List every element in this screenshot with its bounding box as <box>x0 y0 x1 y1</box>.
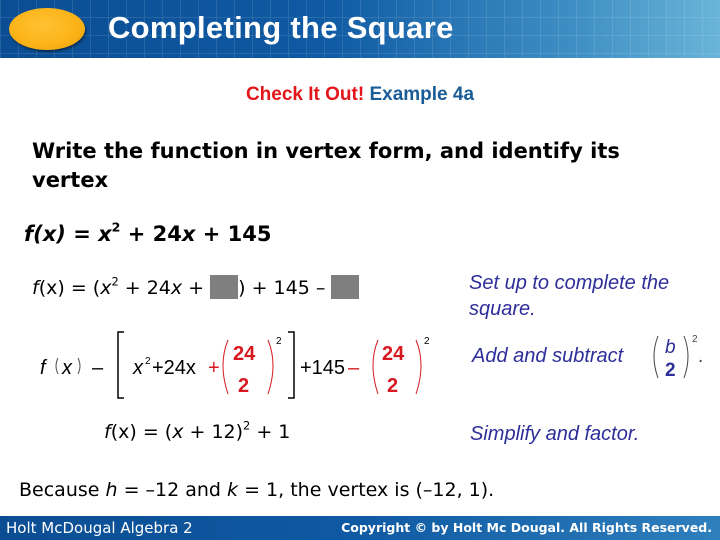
step2-exp: 2 <box>145 356 151 367</box>
note-period: . <box>698 346 703 367</box>
note-den: 2 <box>665 360 676 381</box>
step2-red-minus: – <box>348 357 360 379</box>
step3-arg: (x) <box>110 421 137 443</box>
step1-arg: (x) <box>38 277 65 299</box>
step1-x2: x <box>170 277 183 299</box>
conclusion-because: Because <box>19 479 106 501</box>
step2-equation: f x – x 2 +24x + 24 2 2 +145 – 24 2 2 <box>38 330 458 402</box>
example-heading: Check It Out! Example 4a <box>0 84 720 106</box>
bracket-right <box>288 331 295 399</box>
step2-minus: – <box>92 357 104 379</box>
step2-note-text: Add and subtract <box>472 345 624 367</box>
red-paren-left <box>222 339 229 395</box>
conclusion-k-value: = 1, the vertex is (–12, 1). <box>238 479 495 501</box>
step2-num-2: 24 <box>382 343 405 365</box>
note-num: b <box>665 337 676 358</box>
step3-f: f <box>104 421 111 443</box>
step2-den: 2 <box>238 375 249 397</box>
given-lhs: f(x) <box>24 222 66 246</box>
red-paren-left-2 <box>372 339 379 395</box>
step3-note: Simplify and factor. <box>470 423 640 445</box>
red-paren-right <box>267 339 274 395</box>
step3-tail: + 1 <box>250 421 291 443</box>
b-over-2-squared: b 2 2 . <box>653 334 703 381</box>
step2-term: +24x <box>152 357 196 379</box>
given-linear: + 24 <box>120 222 182 246</box>
step1-note: Set up to complete the square. <box>469 272 670 320</box>
step2-math-svg: f x – x 2 +24x + 24 2 2 +145 – 24 2 2 <box>40 331 430 399</box>
step1-mid: + 24 <box>118 277 171 299</box>
step1-exp: 2 <box>111 274 119 289</box>
footer-book-title: Holt McDougal Algebra 2 <box>6 519 193 537</box>
problem-prompt: Write the function in vertex form, and i… <box>32 139 620 192</box>
step2-x2: x <box>132 357 144 379</box>
footer-bar: Holt McDougal Algebra 2 Copyright © by H… <box>0 516 720 540</box>
step2-x: x <box>61 357 73 379</box>
step1-plus: + <box>182 277 211 299</box>
step1-eq: = ( <box>64 277 101 299</box>
step3-rest: + 12) <box>183 421 244 443</box>
step2-outer-exp-2: 2 <box>424 336 430 347</box>
check-it-out-label: Check It Out! <box>245 84 365 105</box>
note-paren-right <box>683 335 689 379</box>
step3-eq: = ( <box>136 421 173 443</box>
step1-equation: f(x) = (x2 + 24x + ) + 145 – <box>32 274 360 299</box>
header-bar: Completing the Square <box>0 0 720 58</box>
blank-box <box>210 275 239 299</box>
paren-left <box>55 357 59 375</box>
page-title: Completing the Square <box>108 10 454 45</box>
blank-box <box>331 275 360 299</box>
given-equals: = <box>65 222 99 246</box>
bracket-left <box>117 331 124 399</box>
given-x2: x <box>181 222 196 246</box>
example-label: Example 4a <box>369 84 475 105</box>
given-function: f(x) = x2 + 24x + 145 <box>24 221 272 246</box>
step2-outer-exp: 2 <box>276 336 282 347</box>
note-exp: 2 <box>692 334 698 345</box>
step2-red-plus: + <box>208 357 220 379</box>
conclusion-h: h <box>105 479 118 501</box>
red-paren-right-2 <box>415 339 422 395</box>
footer-copyright: Copyright © by Holt Mc Dougal. All Right… <box>341 520 712 535</box>
step1-close: ) + 145 – <box>238 277 332 299</box>
step1-f: f <box>32 277 39 299</box>
conclusion-h-value: = –12 and <box>117 479 228 501</box>
step2-num: 24 <box>233 343 256 365</box>
conclusion: Because h = –12 and k = 1, the vertex is… <box>19 479 494 501</box>
note-paren-left <box>653 335 659 379</box>
paren-right <box>77 357 81 375</box>
conclusion-k: k <box>227 479 239 501</box>
step2-den-2: 2 <box>387 375 398 397</box>
step2-note: Add and subtract <box>472 343 623 369</box>
step2-f: f <box>40 357 48 379</box>
step2-plus145: +145 <box>300 357 345 379</box>
step1-x: x <box>100 277 112 299</box>
step3-equation: f(x) = (x + 12)2 + 1 <box>104 420 291 443</box>
given-x: x <box>98 222 112 246</box>
step3-x: x <box>172 421 184 443</box>
orange-oval-logo-icon <box>9 8 85 50</box>
given-constant: + 145 <box>195 222 272 246</box>
